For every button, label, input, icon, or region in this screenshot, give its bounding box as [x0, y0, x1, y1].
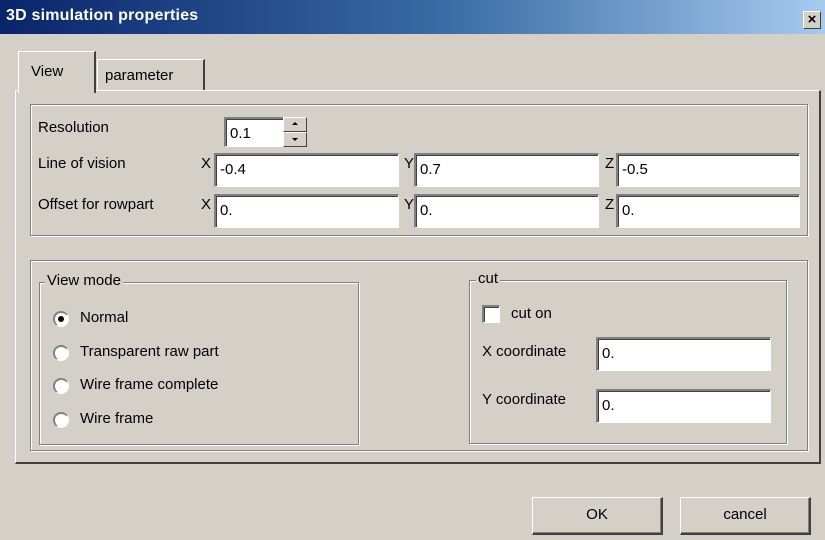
- close-button[interactable]: ×: [803, 11, 821, 29]
- dialog-window: 3D simulation properties × View paramete…: [0, 0, 825, 540]
- tab-view-label: View: [31, 63, 64, 80]
- window-title: 3D simulation properties: [6, 7, 199, 24]
- tab-parameter[interactable]: parameter: [97, 59, 205, 91]
- title-bar[interactable]: 3D simulation properties ×: [0, 0, 825, 34]
- close-icon: ×: [807, 11, 817, 28]
- cancel-button[interactable]: cancel: [680, 497, 811, 535]
- ok-button[interactable]: OK: [532, 497, 663, 535]
- tab-view[interactable]: View: [18, 51, 96, 93]
- tab-parameter-label: parameter: [105, 67, 174, 84]
- tab-panel-view: [15, 90, 821, 464]
